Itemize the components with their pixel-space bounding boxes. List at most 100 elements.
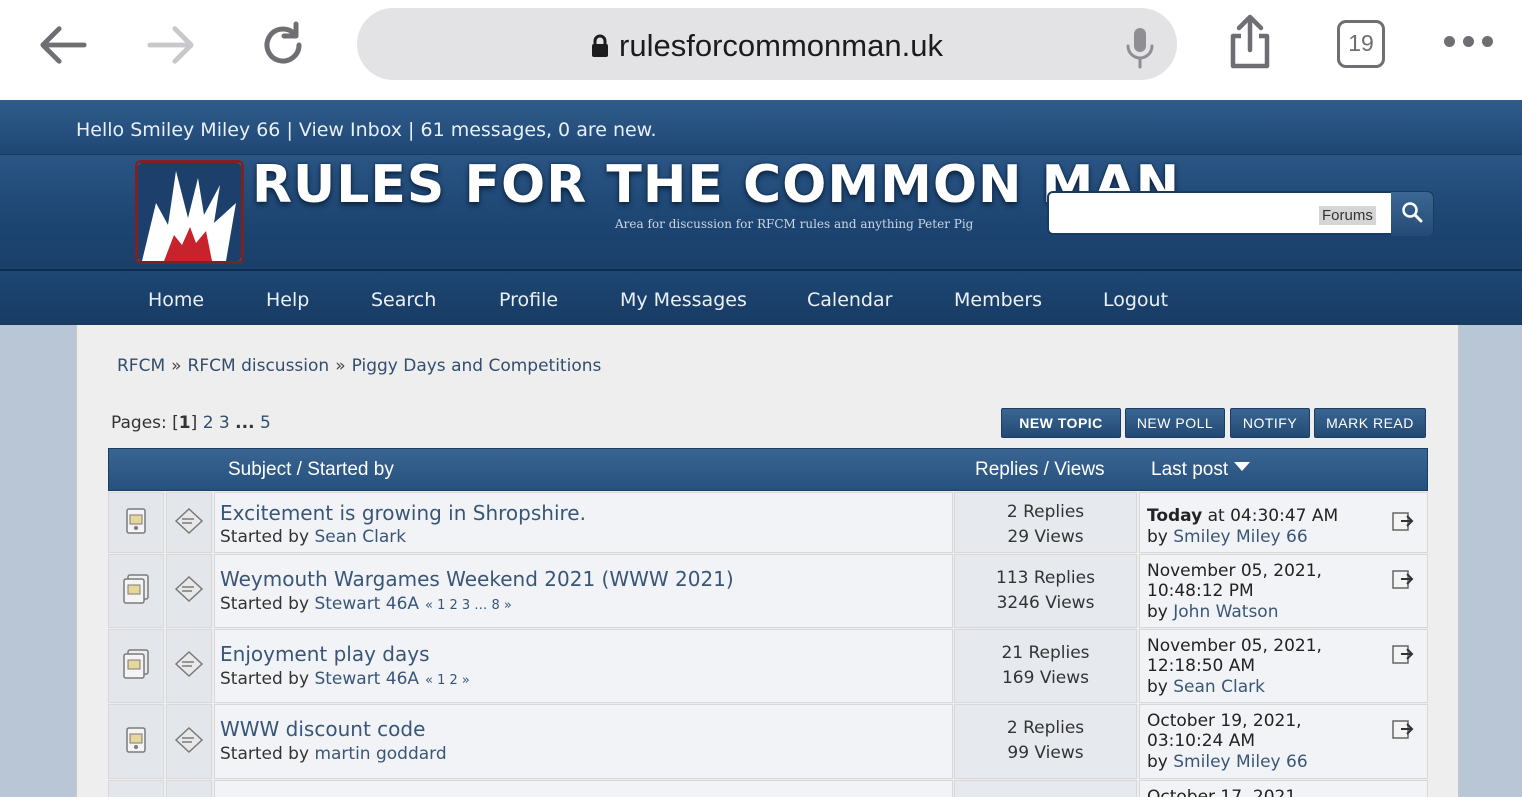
topic-author-link[interactable]: Sean Clark bbox=[314, 527, 406, 547]
topic-row: Weymouth Wargames Weekend 2021 (WWW 2021… bbox=[108, 554, 1428, 628]
last-post-day: Today bbox=[1147, 506, 1203, 526]
topic-table-header: Subject / Started by Replies / Views Las… bbox=[108, 448, 1428, 491]
notify-button[interactable]: NOTIFY bbox=[1230, 408, 1310, 438]
go-to-last-post-icon[interactable] bbox=[1391, 717, 1415, 745]
last-post-time: at 04:30:47 AM bbox=[1202, 506, 1339, 526]
pagination: Pages: [1] 2 3 ... 5 bbox=[111, 413, 271, 433]
topic-row: October 17, 2021, bbox=[108, 780, 1428, 797]
started-by-label: Started by bbox=[220, 669, 310, 689]
back-icon[interactable] bbox=[38, 20, 88, 70]
new-poll-button[interactable]: NEW POLL bbox=[1125, 408, 1225, 438]
last-post-date: November 05, 2021, bbox=[1147, 636, 1322, 656]
view-count: 29 Views bbox=[1007, 527, 1084, 547]
current-page: 1 bbox=[178, 413, 191, 433]
browser-toolbar: rulesforcommonman.uk 19 bbox=[0, 0, 1522, 100]
stats-column-header[interactable]: Replies / Views bbox=[975, 459, 1105, 481]
site-logo[interactable] bbox=[135, 160, 244, 264]
menu-item-my-messages[interactable]: My Messages bbox=[620, 289, 747, 311]
topic-page-links[interactable]: « 1 2 3 … 8 » bbox=[425, 598, 512, 613]
last-poster-link[interactable]: John Watson bbox=[1173, 602, 1278, 622]
reload-icon[interactable] bbox=[258, 20, 308, 70]
topic-title-link[interactable]: Weymouth Wargames Weekend 2021 (WWW 2021… bbox=[220, 567, 734, 591]
topic-title-link[interactable]: WWW discount code bbox=[220, 717, 425, 741]
breadcrumb-current[interactable]: Piggy Days and Competitions bbox=[352, 356, 602, 376]
view-count: 3246 Views bbox=[996, 593, 1095, 613]
subject-column-header[interactable]: Subject / Started by bbox=[228, 459, 394, 481]
topic-title-link[interactable]: Enjoyment play days bbox=[220, 642, 430, 666]
menu-item-logout[interactable]: Logout bbox=[1103, 289, 1168, 311]
reply-count: 2 Replies bbox=[1006, 502, 1085, 522]
last-post-time: 03:10:24 AM bbox=[1147, 731, 1256, 751]
last-post-column-header[interactable]: Last post bbox=[1151, 459, 1251, 481]
site-title: RULES FOR THE COMMON MAN bbox=[252, 155, 1181, 215]
view-count: 169 Views bbox=[1001, 668, 1090, 688]
search-button[interactable] bbox=[1391, 192, 1433, 236]
topic-status-icon bbox=[121, 574, 151, 608]
last-post-time: 10:48:12 PM bbox=[1147, 581, 1254, 601]
topic-row: WWW discount code Started by martin godd… bbox=[108, 704, 1428, 779]
page-link[interactable]: 3 bbox=[219, 413, 230, 433]
last-post-time: 12:18:50 AM bbox=[1147, 656, 1256, 676]
started-by-label: Started by bbox=[220, 594, 310, 614]
search-input[interactable] bbox=[1057, 199, 1317, 227]
pagination-label: Pages: bbox=[111, 413, 167, 433]
reply-count: 113 Replies bbox=[996, 568, 1095, 588]
last-poster-link[interactable]: Smiley Miley 66 bbox=[1173, 527, 1307, 547]
site-subtitle: Area for discussion for RFCM rules and a… bbox=[615, 217, 974, 231]
breadcrumb-link[interactable]: RFCM bbox=[117, 356, 165, 376]
forward-icon[interactable] bbox=[146, 20, 196, 70]
site-banner: RULES FOR THE COMMON MAN Area for discus… bbox=[0, 155, 1522, 271]
go-to-last-post-icon[interactable] bbox=[1391, 642, 1415, 670]
greeting-text[interactable]: Hello Smiley Miley 66 | View Inbox | 61 … bbox=[76, 119, 657, 141]
message-icon bbox=[172, 649, 206, 683]
search-scope-label[interactable]: Forums bbox=[1319, 206, 1376, 225]
topic-author-link[interactable]: martin goddard bbox=[314, 744, 446, 764]
message-icon bbox=[172, 506, 206, 540]
reply-count: 2 Replies bbox=[1006, 718, 1085, 738]
topic-row: Excitement is growing in Shropshire. Sta… bbox=[108, 492, 1428, 553]
breadcrumb: RFCM» RFCM discussion» Piggy Days and Comp… bbox=[117, 356, 602, 376]
last-post-date: November 05, 2021, bbox=[1147, 561, 1322, 581]
topic-author-link[interactable]: Stewart 46A bbox=[314, 594, 419, 614]
started-by-label: Started by bbox=[220, 744, 310, 764]
message-icon bbox=[172, 574, 206, 608]
menu-item-calendar[interactable]: Calendar bbox=[807, 289, 892, 311]
forum-board-panel: RFCM» RFCM discussion» Piggy Days and Comp… bbox=[76, 325, 1459, 797]
user-greeting-bar: Hello Smiley Miley 66 | View Inbox | 61 … bbox=[0, 100, 1522, 155]
last-post-date: October 19, 2021, bbox=[1147, 711, 1302, 731]
message-icon bbox=[172, 725, 206, 759]
menu-item-members[interactable]: Members bbox=[954, 289, 1042, 311]
url-text: rulesforcommonman.uk bbox=[619, 28, 943, 63]
menu-item-search[interactable]: Search bbox=[371, 289, 436, 311]
pagination-ellipsis: ... bbox=[235, 413, 255, 433]
menu-item-help[interactable]: Help bbox=[266, 289, 309, 311]
topic-title-link[interactable]: Excitement is growing in Shropshire. bbox=[220, 501, 586, 525]
go-to-last-post-icon[interactable] bbox=[1391, 567, 1415, 595]
new-topic-button[interactable]: NEW TOPIC bbox=[1001, 408, 1121, 438]
topic-page-links[interactable]: « 1 2 » bbox=[425, 673, 470, 688]
page-link[interactable]: 2 bbox=[203, 413, 214, 433]
topic-author-link[interactable]: Stewart 46A bbox=[314, 669, 419, 689]
last-poster-link[interactable]: Sean Clark bbox=[1173, 677, 1265, 697]
mark-read-button[interactable]: MARK READ bbox=[1314, 408, 1426, 438]
microphone-icon[interactable] bbox=[1125, 26, 1155, 74]
address-bar[interactable]: rulesforcommonman.uk bbox=[357, 8, 1177, 80]
reply-count: 21 Replies bbox=[1001, 643, 1090, 663]
more-icon[interactable] bbox=[1444, 36, 1493, 47]
last-post-date: October 17, 2021, bbox=[1147, 787, 1302, 797]
search-icon bbox=[1401, 201, 1423, 227]
lock-icon bbox=[591, 30, 609, 66]
sort-desc-icon bbox=[1234, 462, 1251, 471]
tabs-count-button[interactable]: 19 bbox=[1337, 20, 1385, 68]
breadcrumb-link[interactable]: RFCM discussion bbox=[188, 356, 330, 376]
menu-item-profile[interactable]: Profile bbox=[499, 289, 558, 311]
menu-item-home[interactable]: Home bbox=[148, 289, 204, 311]
started-by-label: Started by bbox=[220, 527, 310, 547]
go-to-last-post-icon[interactable] bbox=[1391, 509, 1415, 537]
topic-status-icon bbox=[124, 506, 148, 540]
share-icon[interactable] bbox=[1225, 14, 1275, 76]
last-poster-link[interactable]: Smiley Miley 66 bbox=[1173, 752, 1307, 772]
topic-status-icon bbox=[124, 725, 148, 759]
page-link[interactable]: 5 bbox=[260, 413, 271, 433]
topic-row: Enjoyment play days Started by Stewart 4… bbox=[108, 629, 1428, 703]
